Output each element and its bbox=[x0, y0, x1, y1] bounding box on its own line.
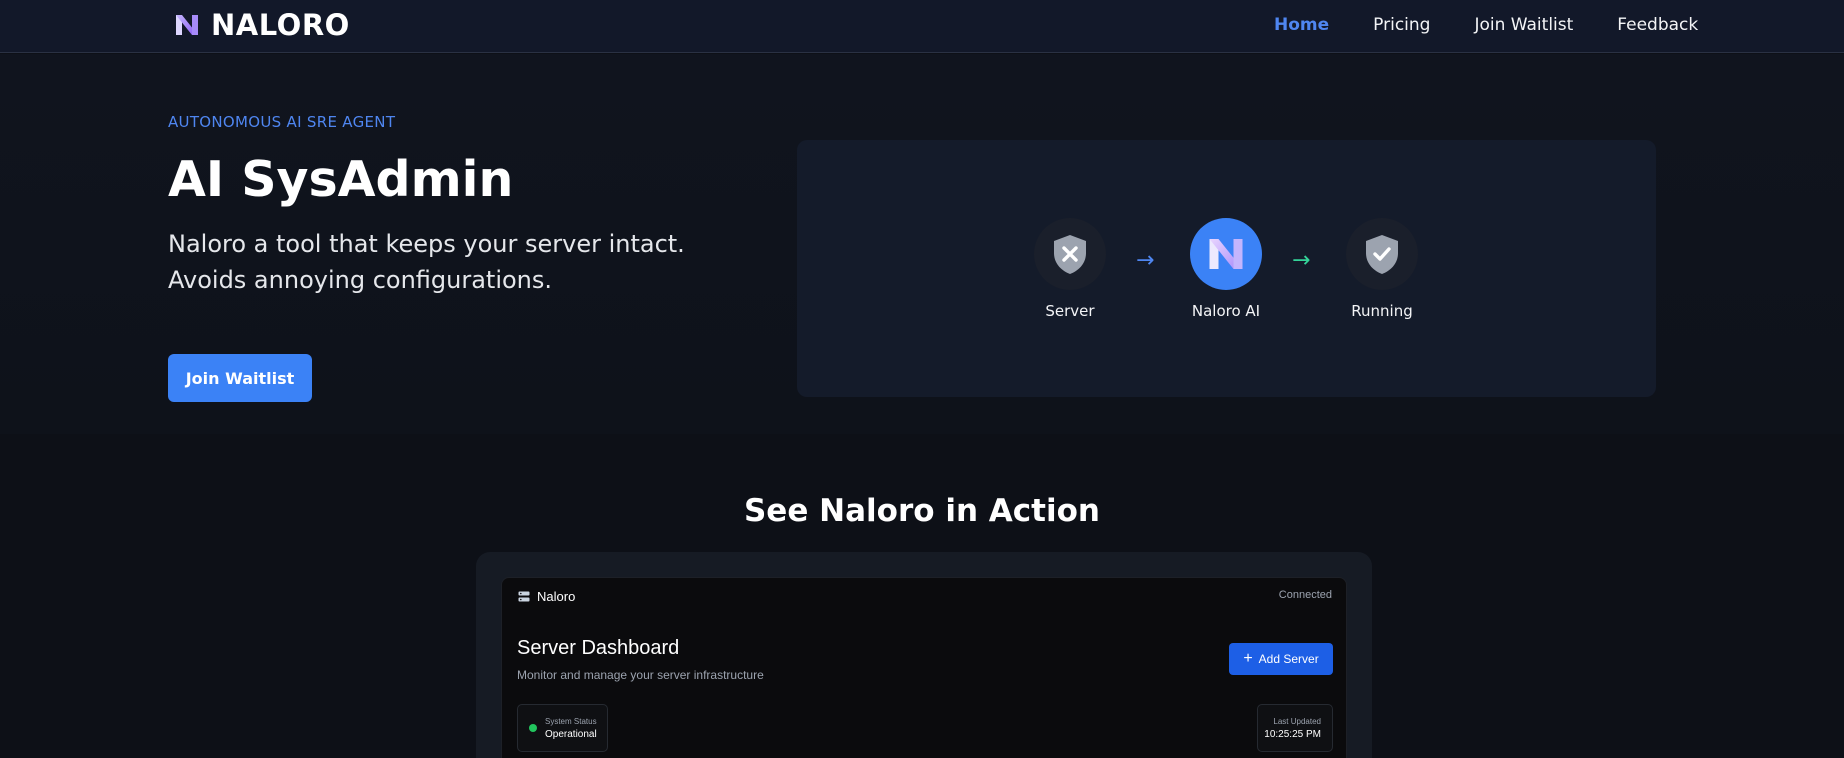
dashboard-title: Server Dashboard bbox=[517, 637, 680, 659]
demo-window: Naloro Connected Server Dashboard Monito… bbox=[501, 577, 1347, 758]
demo-app-name: Naloro bbox=[537, 589, 576, 604]
nav-link-feedback[interactable]: Feedback bbox=[1617, 14, 1698, 36]
flow-node-running: Running bbox=[1322, 218, 1442, 320]
hero-title: AI SysAdmin bbox=[168, 151, 514, 208]
demo-brand: Naloro bbox=[518, 589, 575, 604]
brand[interactable]: NALORO bbox=[174, 9, 350, 41]
last-updated-card: Last Updated 10:25:25 PM bbox=[1257, 704, 1333, 752]
hero-eyebrow: AUTONOMOUS AI SRE AGENT bbox=[168, 113, 396, 131]
ai-node-circle bbox=[1190, 218, 1262, 290]
naloro-logo-icon bbox=[176, 15, 198, 35]
last-updated-label: Last Updated bbox=[1273, 717, 1321, 726]
status-value: Operational bbox=[545, 729, 597, 740]
nav-link-join-waitlist[interactable]: Join Waitlist bbox=[1474, 14, 1573, 36]
status-label: System Status bbox=[545, 717, 597, 726]
nav-links: Home Pricing Join Waitlist Feedback bbox=[1274, 14, 1698, 36]
flow-arrow-2: → bbox=[1292, 248, 1311, 273]
server-icon bbox=[518, 591, 530, 602]
plus-icon: + bbox=[1243, 650, 1253, 667]
shield-check-icon bbox=[1366, 235, 1398, 274]
nav-link-pricing[interactable]: Pricing bbox=[1373, 14, 1430, 36]
connection-status: Connected bbox=[1278, 589, 1332, 601]
flow-node-label: Running bbox=[1351, 302, 1413, 320]
flow-arrow-1: → bbox=[1136, 248, 1155, 273]
server-node-circle bbox=[1034, 218, 1106, 290]
status-dot-icon bbox=[529, 724, 537, 732]
naloro-logo-icon bbox=[1209, 239, 1243, 269]
dashboard-subtitle: Monitor and manage your server infrastru… bbox=[517, 668, 764, 682]
section-title: See Naloro in Action bbox=[743, 493, 1100, 529]
flow-node-label: Naloro AI bbox=[1191, 302, 1261, 320]
system-status-card: System Status Operational bbox=[517, 704, 608, 752]
flow-diagram-card: Server → Naloro AI → Running bbox=[797, 140, 1656, 397]
add-server-button[interactable]: + Add Server bbox=[1229, 643, 1333, 675]
join-waitlist-button[interactable]: Join Waitlist bbox=[168, 354, 312, 402]
nav-link-home[interactable]: Home bbox=[1274, 14, 1329, 36]
flow-node-naloro-ai: Naloro AI bbox=[1166, 218, 1286, 320]
running-node-circle bbox=[1346, 218, 1418, 290]
top-navbar: NALORO Home Pricing Join Waitlist Feedba… bbox=[0, 0, 1844, 53]
hero-subtitle: Naloro a tool that keeps your server int… bbox=[168, 230, 685, 294]
shield-x-icon bbox=[1054, 235, 1086, 274]
add-server-label: Add Server bbox=[1258, 652, 1319, 666]
last-updated-value: 10:25:25 PM bbox=[1264, 729, 1321, 740]
brand-name: NALORO bbox=[211, 8, 350, 42]
flow-node-label: Server bbox=[1045, 302, 1095, 320]
flow-node-server: Server bbox=[1010, 218, 1130, 320]
